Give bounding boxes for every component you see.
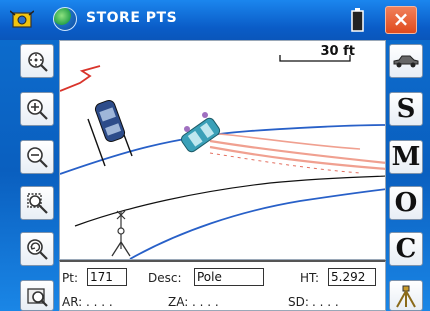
c-button[interactable]: C [389, 232, 423, 266]
zoom-previous-icon [27, 239, 48, 260]
satellite-icon[interactable] [10, 9, 34, 31]
point-marker-2 [202, 112, 208, 118]
zoom-out-icon [27, 147, 48, 168]
skid-mark-3 [207, 132, 361, 150]
map-view[interactable]: 30 ft [59, 40, 386, 260]
za-label: ZA: [168, 295, 189, 309]
globe-icon[interactable] [53, 7, 77, 31]
o-label: O [394, 188, 418, 218]
sd-value: . . . . [312, 295, 339, 309]
red-breakline [60, 65, 101, 92]
description-field[interactable]: Pole [194, 268, 264, 286]
parked-car-icon [94, 99, 126, 143]
point-number-field[interactable]: 171 [87, 268, 127, 286]
ar-label: AR: [62, 295, 83, 309]
app-title: STORE PTS [86, 10, 178, 26]
point-marker-1 [184, 126, 190, 132]
skid-mark-2 [209, 145, 385, 170]
pt-label: Pt: [62, 271, 78, 285]
m-label: M [391, 142, 421, 172]
desc-label: Desc: [148, 271, 182, 285]
road-centerline [74, 175, 385, 227]
height-field[interactable]: 5.292 [328, 268, 376, 286]
tripod-icon [396, 285, 416, 307]
s-label: S [396, 94, 416, 124]
close-button[interactable]: × [385, 6, 417, 34]
map-canvas [60, 55, 385, 259]
zoom-map-icon [27, 287, 48, 307]
zoom-in-icon [27, 99, 48, 120]
pole-icon [111, 210, 131, 257]
tripod-button[interactable] [389, 280, 423, 311]
sd-label: SD: [288, 295, 309, 309]
zoom-extents-button[interactable] [20, 44, 54, 78]
zoom-window-icon [27, 193, 48, 214]
zoom-previous-button[interactable] [20, 232, 54, 266]
battery-icon [351, 8, 364, 32]
c-label: C [395, 234, 417, 264]
ar-value: . . . . [86, 295, 113, 309]
ht-label: HT: [300, 271, 320, 285]
car-view-button[interactable] [389, 44, 423, 78]
o-button[interactable]: O [389, 186, 423, 220]
s-button[interactable]: S [389, 92, 423, 126]
zoom-out-button[interactable] [20, 140, 54, 174]
car-icon [393, 55, 419, 68]
zoom-in-button[interactable] [20, 92, 54, 126]
zoom-extents-icon [28, 52, 48, 72]
point-info-panel: Pt: 171 Desc: Pole HT: 5.292 AR: . . . .… [59, 260, 386, 311]
scale-bar [279, 55, 351, 62]
title-bar: STORE PTS × [0, 0, 430, 40]
m-button[interactable]: M [389, 140, 423, 174]
pan-button[interactable] [20, 280, 54, 311]
za-value: . . . . [192, 295, 219, 309]
zoom-window-button[interactable] [20, 186, 54, 220]
skid-dots [209, 152, 361, 174]
